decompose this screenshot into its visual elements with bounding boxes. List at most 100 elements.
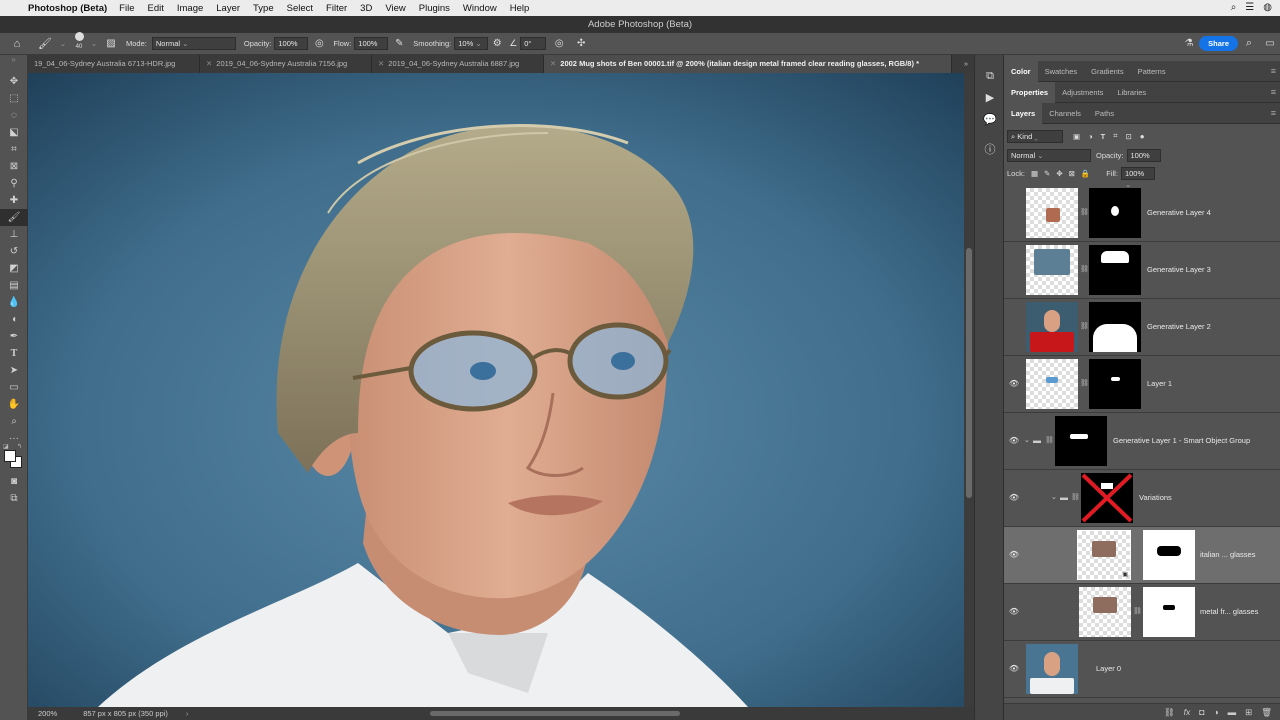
menu-select[interactable]: Select	[287, 3, 313, 14]
filter-type-icon[interactable]: T	[1101, 132, 1106, 141]
tab-document-1[interactable]: 19_04_06-Sydney Australia 6713-HDR.jpg	[28, 55, 200, 73]
app-menu[interactable]: Photoshop (Beta)	[28, 3, 107, 14]
tab-patterns[interactable]: Patterns	[1131, 61, 1173, 82]
search-icon[interactable]: ⌕	[1238, 37, 1260, 50]
menu-file[interactable]: File	[119, 3, 134, 14]
brush-tool-icon[interactable]: 🖌	[0, 209, 28, 226]
filter-pixel-icon[interactable]: ▣	[1073, 132, 1080, 141]
tab-properties[interactable]: Properties	[1004, 81, 1056, 103]
visibility-toggle[interactable]	[1007, 299, 1021, 355]
tab-color[interactable]: Color	[1004, 60, 1038, 82]
filter-smart-object-icon[interactable]: ⊡	[1125, 132, 1131, 141]
dodge-tool-icon[interactable]: ◖	[0, 311, 28, 328]
rectangle-tool-icon[interactable]: ▭	[0, 379, 28, 396]
filter-kind-select[interactable]: ⌕ Kind	[1007, 129, 1063, 143]
tab-layers[interactable]: Layers	[1004, 102, 1043, 124]
visibility-toggle[interactable]: 👁	[1007, 356, 1021, 412]
visibility-toggle[interactable]: 👁	[1007, 527, 1021, 583]
trash-icon[interactable]: 🗑	[1261, 707, 1272, 718]
close-icon[interactable]: ✕	[378, 59, 384, 68]
link-icon[interactable]: ⛓	[1080, 185, 1089, 241]
path-selection-tool-icon[interactable]: ➤	[0, 362, 28, 379]
zoom-level[interactable]: 200%	[38, 709, 57, 718]
add-mask-icon[interactable]: ◘	[1199, 707, 1204, 717]
lock-artboard-icon[interactable]: ⊠	[1069, 169, 1075, 178]
menu-window[interactable]: Window	[463, 3, 497, 14]
menu-layer[interactable]: Layer	[216, 3, 240, 14]
pen-tool-icon[interactable]: ✒	[0, 328, 28, 345]
tab-document-3[interactable]: ✕ 2019_04_06-Sydney Australia 6887.jpg	[372, 55, 544, 73]
foreground-color-swatch[interactable]	[4, 450, 16, 462]
tab-gradients[interactable]: Gradients	[1084, 61, 1131, 82]
visibility-toggle[interactable]: 👁	[1007, 641, 1021, 697]
tab-document-2[interactable]: ✕ 2019_04_06-Sydney Australia 7156.jpg	[200, 55, 372, 73]
link-icon[interactable]: ⛓	[1080, 299, 1089, 355]
comments-icon[interactable]: 💬	[975, 109, 1005, 131]
fill-field[interactable]: 100%	[1120, 166, 1155, 180]
zoom-tool-icon[interactable]: ⌕	[0, 413, 28, 430]
layer-generative-2[interactable]: ⛓ Generative Layer 2	[1004, 299, 1280, 356]
layer-generative-1-group[interactable]: 👁 ⌄ ▬ ⛓ Generative Layer 1 - Smart Objec…	[1004, 413, 1280, 470]
flow-field[interactable]: 100%	[354, 37, 389, 50]
layer-effects-icon[interactable]: fx	[1184, 707, 1191, 717]
search-icon[interactable]: ⌕	[1231, 2, 1237, 13]
brush-settings-icon[interactable]: ▨	[100, 38, 122, 49]
document-canvas[interactable]	[28, 73, 964, 707]
share-button[interactable]: Share	[1199, 36, 1238, 51]
symmetry-icon[interactable]: ✣	[572, 38, 590, 49]
lock-image-icon[interactable]: ✎	[1044, 169, 1050, 178]
lock-all-icon[interactable]: 🔒	[1081, 169, 1090, 178]
layer-italian-glasses[interactable]: 👁 ▣ italian ... glasses	[1004, 527, 1280, 584]
screen-mode-icon[interactable]: ⧉	[0, 490, 28, 507]
siri-icon[interactable]: ◍	[1263, 2, 1272, 13]
layer-variations-group[interactable]: 👁 ⌄ ▬ ⛓ Variations	[1004, 470, 1280, 527]
layer-1[interactable]: 👁 ⛓ Layer 1	[1004, 356, 1280, 413]
close-icon[interactable]: ✕	[550, 59, 556, 68]
panel-menu-icon[interactable]: ≡	[1271, 66, 1276, 76]
filter-shape-icon[interactable]: ⌗	[1113, 131, 1117, 141]
visibility-toggle[interactable]	[1007, 242, 1021, 298]
menu-filter[interactable]: Filter	[326, 3, 347, 14]
filter-adjustment-icon[interactable]: ◑	[1088, 132, 1093, 141]
gradient-tool-icon[interactable]: ▤	[0, 277, 28, 294]
close-icon[interactable]: ✕	[206, 59, 212, 68]
new-group-icon[interactable]: ▬	[1228, 707, 1237, 717]
brush-preset-picker[interactable]: 40	[70, 31, 88, 50]
chevron-down-icon[interactable]: ⌄	[56, 39, 70, 48]
layer-0[interactable]: 👁 Layer 0	[1004, 641, 1280, 698]
link-icon[interactable]: ⛓	[1080, 242, 1089, 298]
canvas-horizontal-scrollbar[interactable]	[430, 711, 680, 716]
layer-generative-3[interactable]: ⛓ Generative Layer 3	[1004, 242, 1280, 299]
history-brush-tool-icon[interactable]: ↺	[0, 243, 28, 260]
beta-flask-icon[interactable]: ⚗	[1179, 38, 1199, 49]
brush-tool-icon[interactable]: 🖌	[34, 37, 56, 50]
layer-generative-4[interactable]: ⛓ Generative Layer 4	[1004, 185, 1280, 242]
menu-view[interactable]: View	[385, 3, 405, 14]
menu-help[interactable]: Help	[510, 3, 530, 14]
home-icon[interactable]: ⌂	[0, 38, 34, 50]
clone-stamp-tool-icon[interactable]: ⊥	[0, 226, 28, 243]
menu-plugins[interactable]: Plugins	[419, 3, 450, 14]
object-selection-tool-icon[interactable]: ⬕	[0, 124, 28, 141]
move-tool-icon[interactable]: ✥	[0, 73, 28, 90]
gear-icon[interactable]: ⚙	[488, 38, 506, 49]
chevron-down-icon[interactable]: ⌄	[1024, 413, 1030, 469]
tab-document-active[interactable]: ✕ 2002 Mug shots of Ben 00001.tif @ 200% …	[544, 55, 952, 73]
airbrush-icon[interactable]: ✎	[388, 38, 410, 49]
eyedropper-tool-icon[interactable]: ⚲	[0, 175, 28, 192]
panel-menu-icon[interactable]: ≡	[1271, 108, 1276, 118]
link-icon[interactable]: ⛓	[1045, 413, 1054, 469]
quick-mask-icon[interactable]: ◙	[0, 473, 28, 490]
type-tool-icon[interactable]: T	[0, 345, 28, 362]
layer-metal-frame-glasses[interactable]: 👁 ⛓ metal fr... glasses	[1004, 584, 1280, 641]
control-center-icon[interactable]: ☰	[1245, 2, 1254, 13]
pressure-size-icon[interactable]: ◎	[546, 38, 572, 49]
eraser-tool-icon[interactable]: ◩	[0, 260, 28, 277]
swap-colors-icon[interactable]: ↰	[17, 443, 22, 450]
menu-edit[interactable]: Edit	[147, 3, 163, 14]
tab-paths[interactable]: Paths	[1088, 103, 1121, 124]
history-panel-icon[interactable]: ⧉	[975, 65, 1005, 87]
angle-field[interactable]: 0°	[520, 37, 547, 50]
status-menu-chevron-icon[interactable]: ›	[186, 709, 189, 718]
pressure-opacity-icon[interactable]: ◎	[308, 38, 330, 49]
